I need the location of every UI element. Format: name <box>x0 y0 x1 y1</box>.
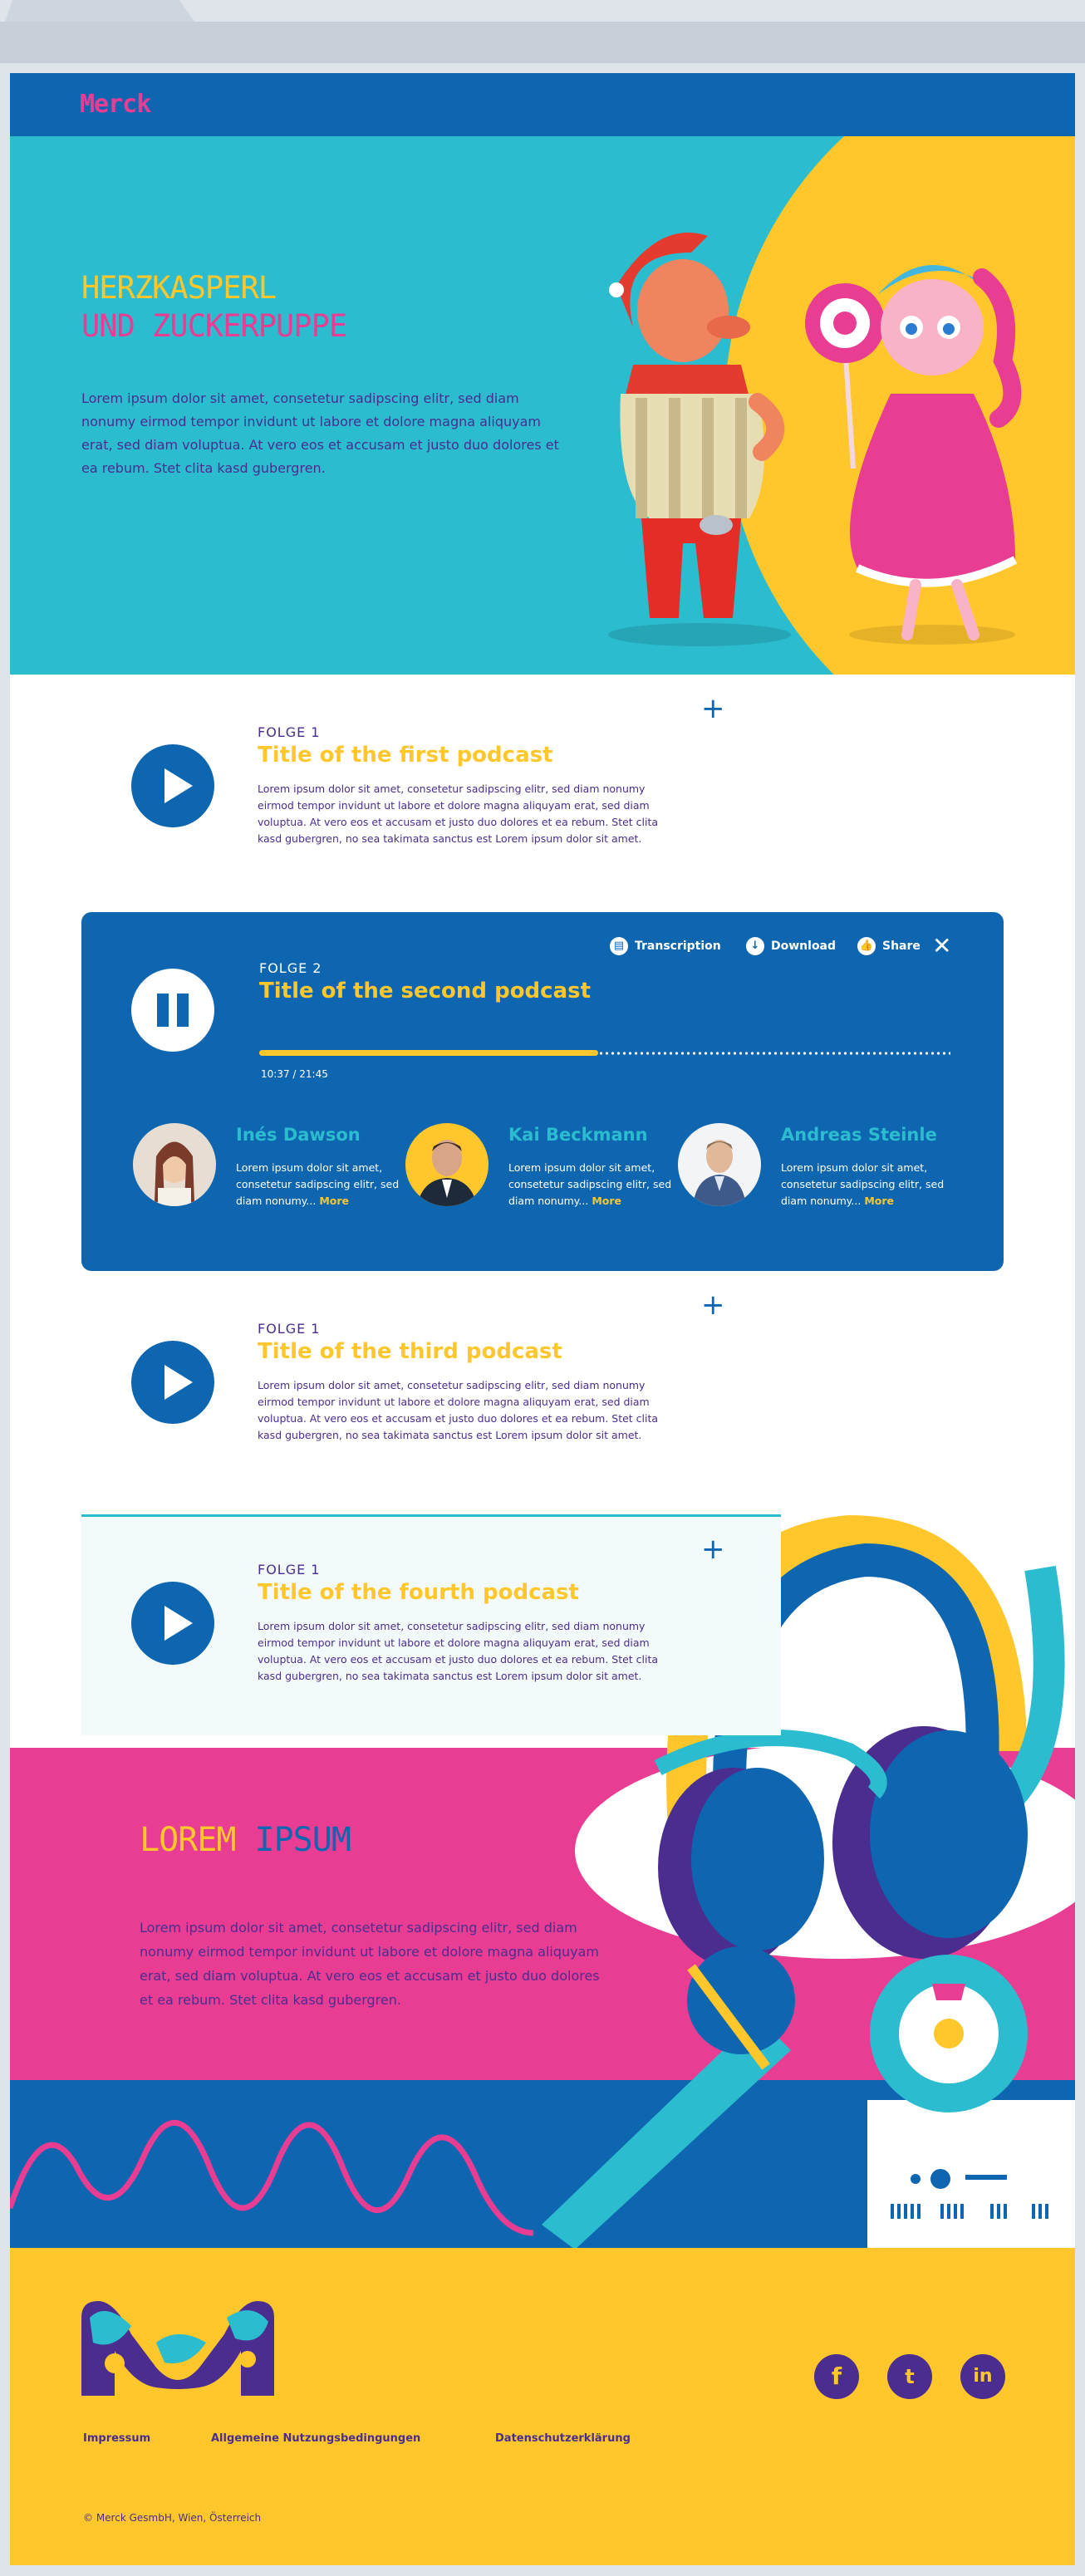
pause-button[interactable] <box>131 969 214 1052</box>
speaker-bio: Lorem ipsum dolor sit amet, consetetur s… <box>781 1160 964 1209</box>
thumbs-up-icon: 👍 <box>857 937 876 955</box>
transcription-button[interactable]: ▤ Transcription <box>610 937 721 955</box>
play-icon[interactable] <box>131 744 214 827</box>
hero-title-line1: HERZKASPERL <box>81 270 277 306</box>
twitter-icon[interactable]: t <box>887 2354 932 2399</box>
episode-label: FOLGE 2 <box>259 960 322 976</box>
podcast-title[interactable]: Title of the third podcast <box>258 1339 562 1364</box>
episode-label: FOLGE 1 <box>258 724 321 740</box>
speaker-name: Kai Beckmann <box>508 1125 648 1145</box>
browser-toolbar <box>0 22 1085 63</box>
footer-link-impressum[interactable]: Impressum <box>83 2432 150 2445</box>
podcast-title[interactable]: Title of the first podcast <box>258 743 553 768</box>
hero-text: Lorem ipsum dolor sit amet, consetetur s… <box>81 390 559 476</box>
browser-chrome <box>0 0 1085 75</box>
avatar <box>405 1123 488 1206</box>
expand-plus-icon[interactable]: + <box>701 1291 725 1319</box>
podcast-player-expanded: FOLGE 2 Title of the second podcast 10:3… <box>81 912 1004 1271</box>
share-button[interactable]: 👍 Share <box>857 937 921 955</box>
play-icon[interactable] <box>131 1582 214 1665</box>
site-footer: Impressum Allgemeine Nutzungsbedingungen… <box>10 2248 1075 2565</box>
podcast-description: Lorem ipsum dolor sit amet, consetetur s… <box>258 1379 659 1441</box>
hero-title: HERZKASPERL UND ZUCKERPUPPE <box>81 269 347 346</box>
speaker-card: Inés Dawson Lorem ipsum dolor sit amet, … <box>133 1123 407 1214</box>
footer-link-privacy[interactable]: Datenschutzerklärung <box>495 2432 631 2445</box>
page-frame: Merck HERZKASPERL UND ZUCKERPUPPE Lorem … <box>10 73 1075 2565</box>
avatar <box>678 1123 761 1206</box>
podcast-item-3[interactable]: + FOLGE 1 Title of the third podcast Lor… <box>80 1291 1020 1474</box>
site-header: Merck <box>10 73 1075 136</box>
progress-remaining <box>598 1052 950 1055</box>
promo-title-word1: LOREM <box>140 1821 236 1859</box>
merck-m-logo[interactable] <box>81 2301 274 2396</box>
episode-label: FOLGE 1 <box>258 1562 321 1577</box>
speaker-bio: Lorem ipsum dolor sit amet, consetetur s… <box>236 1160 419 1209</box>
more-link[interactable]: More <box>864 1195 894 1207</box>
speaker-bio: Lorem ipsum dolor sit amet, consetetur s… <box>508 1160 691 1209</box>
footer-link-terms[interactable]: Allgemeine Nutzungsbedingungen <box>211 2432 420 2445</box>
avatar <box>133 1123 216 1206</box>
speaker-card: Andreas Steinle Lorem ipsum dolor sit am… <box>678 1123 952 1214</box>
browser-tab[interactable] <box>5 0 194 22</box>
speaker-bio-text: Lorem ipsum dolor sit amet, consetetur s… <box>508 1161 672 1207</box>
podcast-item-1[interactable]: + FOLGE 1 Title of the first podcast Lor… <box>80 694 1020 877</box>
speaker-name: Andreas Steinle <box>781 1125 937 1145</box>
progress-played <box>259 1050 598 1056</box>
playback-time: 10:37 / 21:45 <box>261 1068 328 1080</box>
share-label: Share <box>882 940 921 953</box>
play-icon[interactable] <box>131 1341 214 1424</box>
more-link[interactable]: More <box>319 1195 349 1207</box>
promo-content: LOREM IPSUM Lorem ipsum dolor sit amet, … <box>10 1748 1075 2080</box>
transcription-label: Transcription <box>635 940 721 953</box>
pause-icon-bar-left <box>157 994 169 1027</box>
progress-slider[interactable] <box>259 1050 950 1057</box>
close-icon[interactable]: ✕ <box>932 932 951 959</box>
podcast-title[interactable]: Title of the fourth podcast <box>258 1580 579 1605</box>
promo-title-word2: IPSUM <box>254 1821 351 1859</box>
speaker-name: Inés Dawson <box>236 1125 361 1145</box>
expand-plus-icon[interactable]: + <box>701 694 725 723</box>
download-label: Download <box>771 940 837 953</box>
promo-title: LOREM IPSUM <box>140 1821 351 1859</box>
more-link[interactable]: More <box>592 1195 621 1207</box>
document-icon: ▤ <box>610 937 628 955</box>
pause-icon-bar-right <box>177 994 189 1027</box>
download-button[interactable]: ↓ Download <box>746 937 836 955</box>
episode-label: FOLGE 1 <box>258 1321 321 1337</box>
speaker-bio-text: Lorem ipsum dolor sit amet, consetetur s… <box>236 1161 400 1207</box>
download-icon: ↓ <box>746 937 764 955</box>
facebook-icon[interactable]: f <box>814 2354 859 2399</box>
hero-title-line2: UND ZUCKERPUPPE <box>81 308 347 344</box>
promo-text: Lorem ipsum dolor sit amet, consetetur s… <box>140 1920 600 2008</box>
speaker-bio-text: Lorem ipsum dolor sit amet, consetetur s… <box>781 1161 945 1207</box>
podcast-description: Lorem ipsum dolor sit amet, consetetur s… <box>258 783 659 845</box>
podcast-title: Title of the second podcast <box>259 979 592 1003</box>
copyright: © Merck GesmbH, Wien, Österreich <box>83 2512 262 2524</box>
hero-characters-illustration <box>608 233 1022 646</box>
linkedin-icon[interactable]: in <box>960 2354 1005 2399</box>
podcast-description: Lorem ipsum dolor sit amet, consetetur s… <box>258 1620 659 1682</box>
merck-logo[interactable]: Merck <box>80 90 151 119</box>
expand-plus-icon[interactable]: + <box>701 1535 725 1563</box>
hero-section: HERZKASPERL UND ZUCKERPUPPE Lorem ipsum … <box>10 136 1075 675</box>
podcast-item-4[interactable]: + FOLGE 1 Title of the fourth podcast Lo… <box>80 1535 1020 1718</box>
speaker-card: Kai Beckmann Lorem ipsum dolor sit amet,… <box>405 1123 680 1214</box>
